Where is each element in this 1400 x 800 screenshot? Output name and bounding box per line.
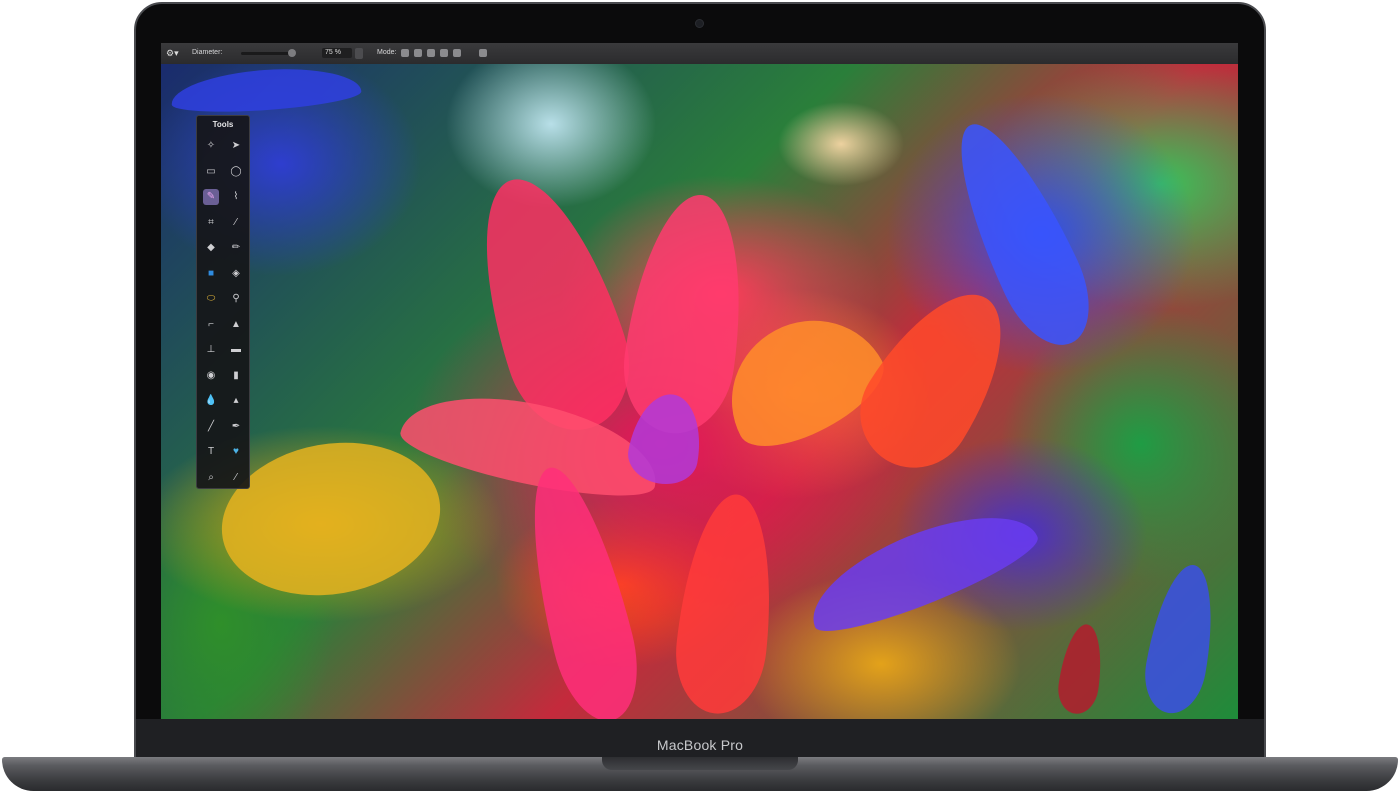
eraser-tool-icon[interactable]: ◆ [203, 240, 219, 256]
crop-tool-icon[interactable]: ⌗ [203, 215, 219, 231]
camera-icon [695, 19, 704, 28]
blue-petal [1138, 559, 1224, 719]
red-bud [1054, 621, 1108, 717]
blue-petal [169, 63, 363, 117]
violet-petal [796, 491, 1046, 647]
pen-tool-icon[interactable]: ✒ [228, 419, 244, 435]
arrow-tool-icon[interactable]: ➤ [228, 138, 244, 154]
rect-select-tool-icon[interactable]: ▭ [203, 164, 219, 180]
pencil-tool-icon[interactable]: ✏ [228, 240, 244, 256]
gear-icon[interactable]: ⚙▾ [166, 48, 180, 59]
red-eye-tool-icon[interactable]: ◉ [203, 368, 219, 384]
diameter-slider[interactable] [241, 52, 293, 55]
zoom-value-field[interactable]: 75 % [322, 48, 352, 58]
trackpad-notch [602, 757, 798, 770]
pink-petal [510, 458, 652, 719]
screen: ⚙▾ Diameter: 75 % Mode: Tools ✧ ➤ ▭ ◯ ✎ ⌇ ⌗ ⁄ ◆ ✏… [161, 43, 1238, 719]
brand-label: MacBook Pro [656, 737, 744, 753]
sponge-tool-icon[interactable]: ⬭ [203, 291, 219, 307]
blur-tool-icon[interactable]: 💧 [203, 393, 219, 409]
lasso-tool-icon[interactable]: ⌇ [228, 189, 244, 205]
mode-custom-button[interactable] [479, 49, 487, 57]
fill-tool-icon[interactable]: ■ [203, 266, 219, 282]
brush-tool-icon[interactable]: ✎ [203, 189, 219, 205]
bandage-tool-icon[interactable]: ▬ [228, 342, 244, 358]
diameter-label: Diameter: [192, 49, 223, 56]
smudge-tool-icon[interactable]: ⚲ [228, 291, 244, 307]
shape-tool-icon[interactable]: ♥ [228, 444, 244, 460]
zoom-stepper[interactable] [355, 48, 363, 59]
burn-tool-icon[interactable]: ▲ [228, 317, 244, 333]
eyedropper-tool-icon[interactable]: ⁄ [228, 215, 244, 231]
canvas-image[interactable] [161, 63, 1238, 719]
mode-subtract-button[interactable] [427, 49, 435, 57]
tools-palette: Tools ✧ ➤ ▭ ◯ ✎ ⌇ ⌗ ⁄ ◆ ✏ ■ ◈ ⬭ ⚲ ⌐ ▲ ⊥ ▬ ◉ ▮ 💧 ▴ ╱ ✒ T ♥ ⌕ ⁄ [196, 115, 250, 489]
mode-label: Mode: [377, 49, 397, 56]
mode-normal-button[interactable] [401, 49, 409, 57]
zoom-tool-icon[interactable]: ⌕ [203, 470, 219, 486]
ellipse-select-tool-icon[interactable]: ◯ [228, 164, 244, 180]
line-tool-icon[interactable]: ╱ [203, 419, 219, 435]
mode-exclude-button[interactable] [453, 49, 461, 57]
marker-tool-icon[interactable]: ▮ [228, 368, 244, 384]
mode-add-button[interactable] [414, 49, 422, 57]
stamp-tool-icon[interactable]: ⊥ [203, 342, 219, 358]
magic-wand-tool-icon[interactable]: ✧ [203, 138, 219, 154]
sharpen-tool-icon[interactable]: ▴ [228, 393, 244, 409]
mode-intersect-button[interactable] [440, 49, 448, 57]
diameter-slider-knob[interactable] [288, 49, 296, 57]
paintbrush-tool-icon[interactable]: ⌐ [203, 317, 219, 333]
red-petal [669, 489, 783, 719]
options-toolbar: ⚙▾ Diameter: 75 % Mode: [161, 43, 1238, 65]
hand-tool-icon[interactable]: ⁄ [228, 470, 244, 486]
text-tool-icon[interactable]: T [203, 444, 219, 460]
paint-bucket-tool-icon[interactable]: ◈ [228, 266, 244, 282]
tools-palette-title: Tools [212, 120, 234, 129]
